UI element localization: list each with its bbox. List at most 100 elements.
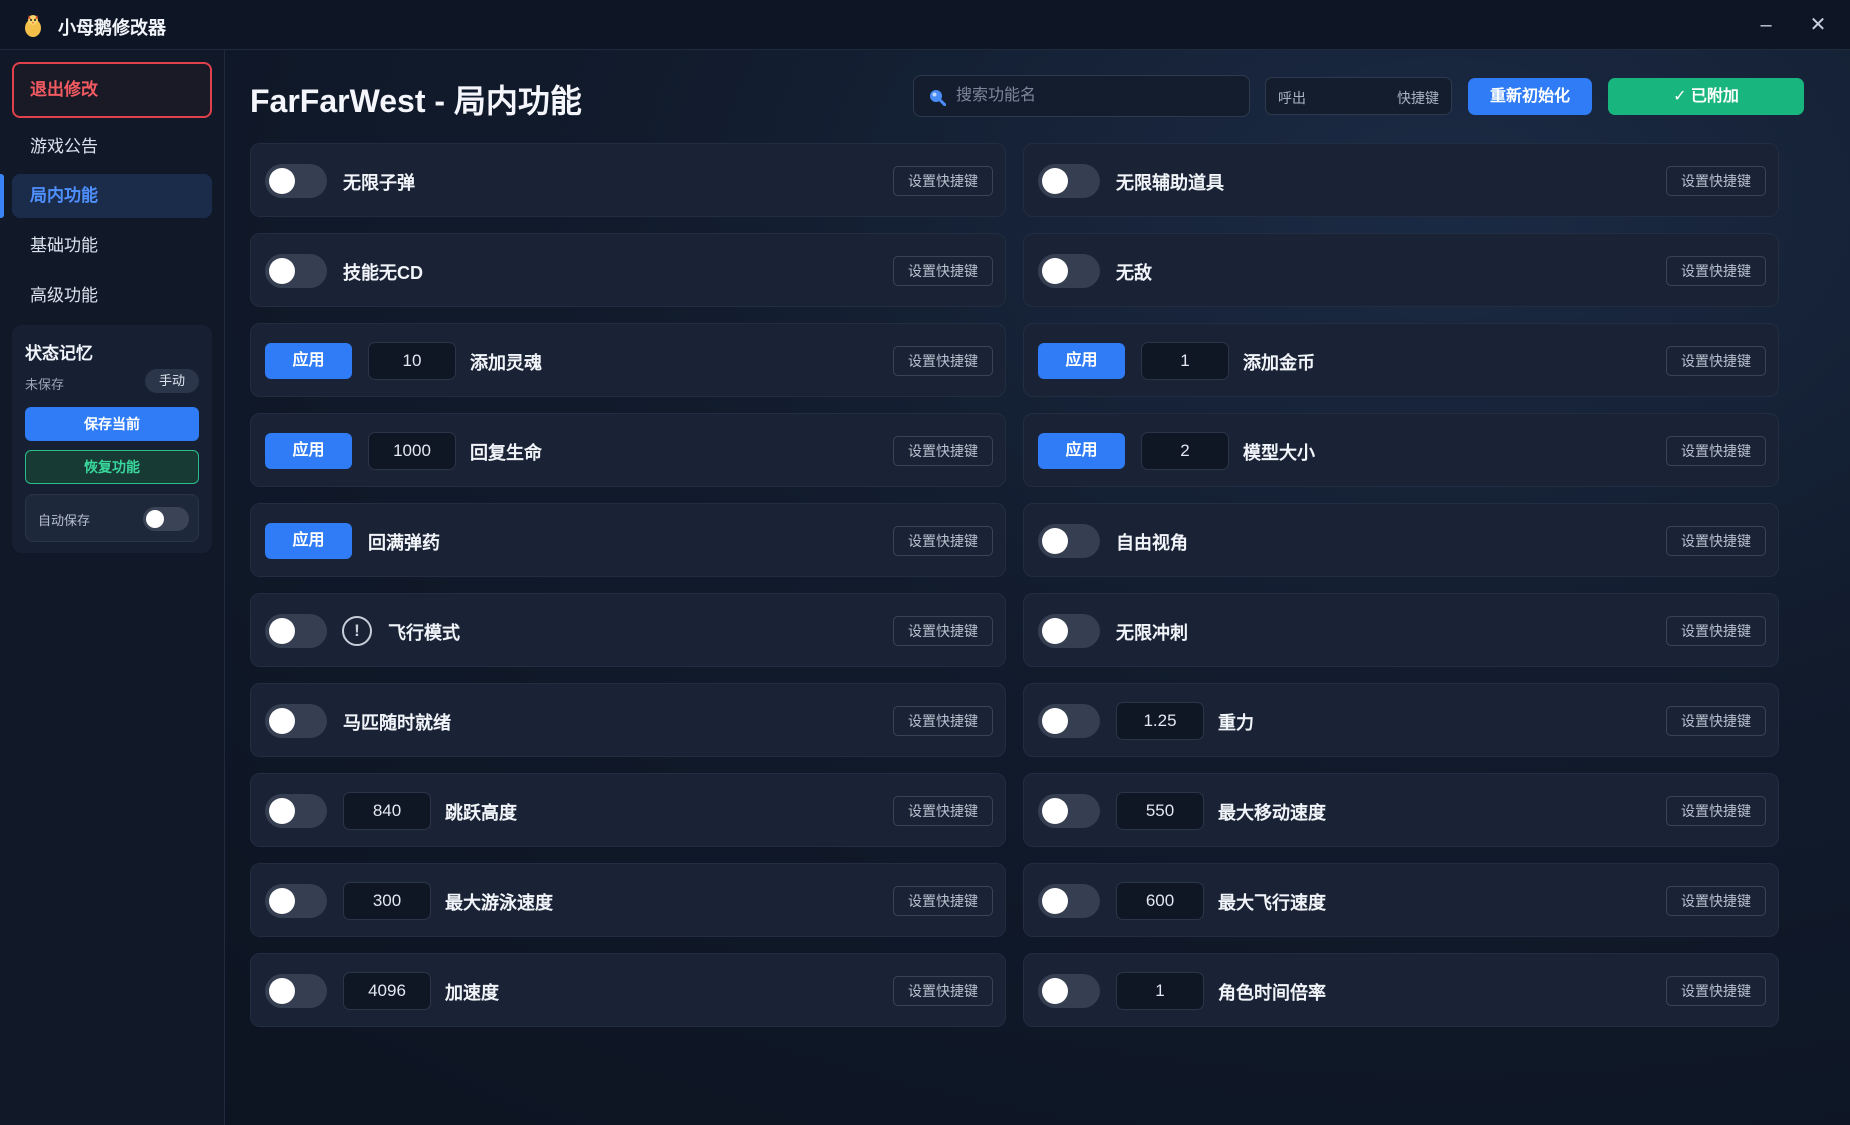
search-input[interactable] [956,76,1241,116]
set-hotkey-button[interactable]: 设置快捷键 [1666,616,1766,646]
value-input[interactable]: 1 [1116,972,1204,1010]
feature-label: 最大游泳速度 [445,893,553,913]
feature-label: 最大移动速度 [1218,803,1326,823]
value-input[interactable]: 550 [1116,792,1204,830]
feature-label: 跳跃高度 [445,803,517,823]
summon-hotkey-field[interactable]: 呼出 快捷键 [1265,77,1452,115]
reinitialize-button[interactable]: 重新初始化 [1468,78,1592,115]
feature-toggle[interactable] [1038,794,1100,828]
value-input[interactable]: 1 [1141,342,1229,380]
set-hotkey-button[interactable]: 设置快捷键 [1666,346,1766,376]
set-hotkey-button[interactable]: 设置快捷键 [893,796,993,826]
apply-button[interactable]: 应用 [265,523,352,559]
feature-label: 回满弹药 [368,533,440,553]
feature-toggle[interactable] [265,794,327,828]
feature-card-time-scale: 1 角色时间倍率 设置快捷键 [1023,953,1779,1027]
feature-toggle[interactable] [1038,704,1100,738]
set-hotkey-button[interactable]: 设置快捷键 [1666,166,1766,196]
set-hotkey-button[interactable]: 设置快捷键 [1666,526,1766,556]
feature-label: 重力 [1218,713,1254,733]
value-input[interactable]: 4096 [343,972,431,1010]
value-input[interactable]: 600 [1116,882,1204,920]
feature-toggle[interactable] [1038,974,1100,1008]
feature-label: 技能无CD [343,263,423,283]
feature-card-max-move-speed: 550 最大移动速度 设置快捷键 [1023,773,1779,847]
autosave-toggle[interactable] [143,507,189,531]
active-nav-indicator [0,174,4,218]
set-hotkey-button[interactable]: 设置快捷键 [1666,436,1766,466]
set-hotkey-button[interactable]: 设置快捷键 [893,346,993,376]
feature-card-add-souls: 应用 10 添加灵魂 设置快捷键 [250,323,1006,397]
sidebar-item-basic[interactable]: 基础功能 [12,224,212,268]
feature-label: 添加灵魂 [470,353,542,373]
set-hotkey-button[interactable]: 设置快捷键 [893,166,993,196]
set-hotkey-button[interactable]: 设置快捷键 [893,706,993,736]
feature-toggle[interactable] [265,254,327,288]
feature-toggle[interactable] [1038,614,1100,648]
value-input[interactable]: 2 [1141,432,1229,470]
set-hotkey-button[interactable]: 设置快捷键 [893,976,993,1006]
attached-button[interactable]: ✓ 已附加 [1608,78,1804,115]
set-hotkey-button[interactable]: 设置快捷键 [1666,706,1766,736]
exit-modify-button[interactable]: 退出修改 [12,62,212,118]
value-input[interactable]: 1.25 [1116,702,1204,740]
feature-toggle[interactable] [1038,164,1100,198]
feature-card-fly-mode: ! 飞行模式 设置快捷键 [250,593,1006,667]
warning-icon[interactable]: ! [342,616,372,646]
feature-card-max-fly-speed: 600 最大飞行速度 设置快捷键 [1023,863,1779,937]
apply-button[interactable]: 应用 [265,433,352,469]
save-current-button[interactable]: 保存当前 [25,407,199,441]
feature-label: 飞行模式 [388,623,460,643]
set-hotkey-button[interactable]: 设置快捷键 [893,526,993,556]
value-input[interactable]: 300 [343,882,431,920]
sidebar-item-advanced[interactable]: 高级功能 [12,274,212,318]
autosave-row: 自动保存 [25,494,199,542]
value-input[interactable]: 10 [368,342,456,380]
feature-card-infinite-ammo: 无限子弹 设置快捷键 [250,143,1006,217]
set-hotkey-button[interactable]: 设置快捷键 [1666,796,1766,826]
feature-card-jump-height: 840 跳跃高度 设置快捷键 [250,773,1006,847]
feature-label: 自由视角 [1116,533,1188,553]
feature-toggle[interactable] [265,704,327,738]
set-hotkey-button[interactable]: 设置快捷键 [1666,256,1766,286]
feature-card-invincible: 无敌 设置快捷键 [1023,233,1779,307]
feature-card-acceleration: 4096 加速度 设置快捷键 [250,953,1006,1027]
set-hotkey-button[interactable]: 设置快捷键 [893,616,993,646]
feature-label: 角色时间倍率 [1218,983,1326,1003]
minimize-icon[interactable]: – [1751,10,1781,40]
feature-toggle[interactable] [1038,254,1100,288]
close-icon[interactable]: ✕ [1803,10,1833,40]
feature-label: 添加金币 [1243,353,1315,373]
set-hotkey-button[interactable]: 设置快捷键 [893,436,993,466]
value-input[interactable]: 1000 [368,432,456,470]
feature-card-infinite-items: 无限辅助道具 设置快捷键 [1023,143,1779,217]
set-hotkey-button[interactable]: 设置快捷键 [893,256,993,286]
feature-card-free-camera: 自由视角 设置快捷键 [1023,503,1779,577]
feature-toggle[interactable] [265,614,327,648]
apply-button[interactable]: 应用 [1038,343,1125,379]
summon-hotkey-value: 呼出 [1278,90,1306,106]
feature-label: 无限冲刺 [1116,623,1188,643]
feature-card-restore-health: 应用 1000 回复生命 设置快捷键 [250,413,1006,487]
feature-toggle[interactable] [265,884,327,918]
feature-label: 加速度 [445,983,499,1003]
feature-label: 最大飞行速度 [1218,893,1326,913]
feature-toggle[interactable] [1038,524,1100,558]
summon-hotkey-label: 快捷键 [1397,90,1439,106]
mode-badge[interactable]: 手动 [145,369,199,393]
set-hotkey-button[interactable]: 设置快捷键 [1666,886,1766,916]
apply-button[interactable]: 应用 [1038,433,1125,469]
sidebar-item-in-game[interactable]: 局内功能 [12,174,212,218]
set-hotkey-button[interactable]: 设置快捷键 [1666,976,1766,1006]
restore-button[interactable]: 恢复功能 [25,450,199,484]
set-hotkey-button[interactable]: 设置快捷键 [893,886,993,916]
state-memory-panel: 状态记忆 未保存 手动 保存当前 恢复功能 自动保存 [12,325,212,553]
value-input[interactable]: 840 [343,792,431,830]
feature-toggle[interactable] [265,974,327,1008]
feature-toggle[interactable] [1038,884,1100,918]
save-status: 未保存 [25,377,65,392]
feature-toggle[interactable] [265,164,327,198]
feature-card-gravity: 1.25 重力 设置快捷键 [1023,683,1779,757]
apply-button[interactable]: 应用 [265,343,352,379]
sidebar-item-announcements[interactable]: 游戏公告 [12,125,212,169]
